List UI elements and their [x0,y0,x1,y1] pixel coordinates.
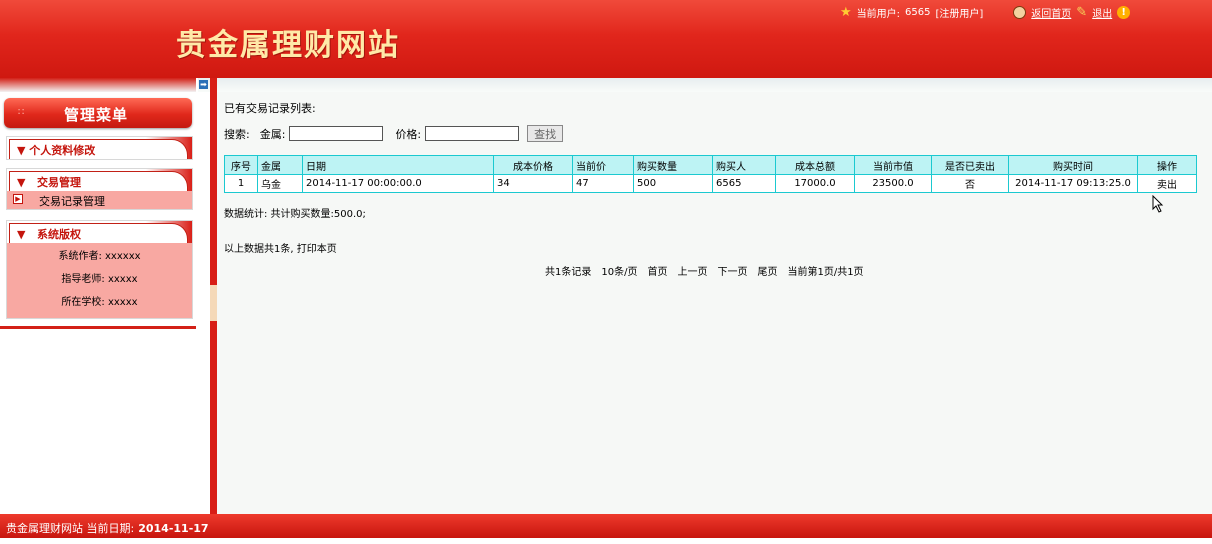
col-header: 当前价 [572,155,634,175]
col-header: 购买数量 [633,155,713,175]
logout-icon: ! [1117,5,1131,19]
cell-sold: 否 [931,174,1009,193]
section-title-copyright: 系统版权 [36,228,81,241]
sidebar-section-copyright[interactable]: ▼ 系统版权 [7,221,192,243]
col-header: 购买人 [712,155,776,175]
menu-title: 管理菜单 [64,106,129,124]
sidebar-item-label: 交易记录管理 [39,195,105,208]
price-input[interactable] [425,126,520,141]
panel-profile: ▼ 个人资料修改 [6,136,193,160]
user-bar: ★ 当前用户: 6565 [注册用户] 返回首页 ✎ 退出 ! [840,3,1131,21]
info-school: 所在学校: xxxxx [61,297,138,308]
cell-buyer: 6565 [712,174,776,193]
home-link[interactable]: 返回首页 [1031,5,1071,20]
cell-date: 2014-11-17 00:00:00.0 [302,174,494,193]
user-icon [1013,5,1027,19]
user-role: [注册用户] [935,8,984,20]
pagination: 共1条记录 10条/页 首页 上一页 下一页 尾页 当前第1页/共1页 [545,263,864,278]
metal-input[interactable] [289,126,384,141]
metal-label: 金属: [259,127,286,141]
section-title-trade: 交易管理 [36,176,81,189]
site-title: 贵金属理财网站 [176,28,400,63]
mouse-cursor-icon [1152,195,1164,213]
cell-market-value: 23500.0 [854,174,932,193]
triangle-down-icon: ▼ [17,176,37,189]
panel-copyright: ▼ 系统版权 系统作者: xxxxxx 指导老师: xxxxx 所在学校: xx… [6,220,193,319]
pager-per-page: 10条/页 [601,267,638,278]
panel-trade: ▼ 交易管理 ▶ 交易记录管理 [6,168,193,210]
cell-metal: 乌金 [257,174,303,193]
current-user-label: 当前用户: [856,8,901,20]
col-header: 当前市值 [854,155,932,175]
divider-toggle-handle[interactable] [210,285,217,321]
sell-link[interactable]: 卖出 [1137,174,1197,193]
search-bar: 搜索: 金属: 价格: 查找 [224,125,564,142]
col-header: 序号 [224,155,258,175]
search-label: 搜索: [224,127,250,141]
records-table: 序号 金属 日期 成本价格 当前价 购买数量 购买人 成本总额 当前市值 是否已… [224,155,1197,193]
play-arrow-icon: ▶ [13,194,23,204]
col-header: 成本价格 [493,155,573,175]
info-teacher: 指导老师: xxxxx [61,274,138,285]
pager-current: 当前第1页/共1页 [787,267,864,278]
col-header: 是否已卖出 [931,155,1009,175]
menu-dots-icon: ∷ [18,107,25,118]
pager-last[interactable]: 尾页 [757,263,777,278]
footer-text: 贵金属理财网站 当前日期: [6,522,135,535]
pager-prev[interactable]: 上一页 [677,263,707,278]
cell-total-cost: 17000.0 [775,174,855,193]
table-row: 1 乌金 2014-11-17 00:00:00.0 34 47 500 656… [224,174,1197,193]
collapse-icon[interactable]: ➡ [199,80,208,89]
footer-bar: 贵金属理财网站 当前日期: 2014-11-17 [0,514,1212,538]
pager-next[interactable]: 下一页 [717,263,747,278]
star-icon: ★ [840,4,852,20]
col-header: 购买时间 [1008,155,1138,175]
cell-buy-time: 2014-11-17 09:13:25.0 [1008,174,1138,193]
cell-cost-price: 34 [493,174,573,193]
section-title-profile: 个人资料修改 [29,144,96,157]
list-title: 已有交易记录列表: [224,102,316,115]
col-header: 日期 [302,155,494,175]
table-header-row: 序号 金属 日期 成本价格 当前价 购买数量 购买人 成本总额 当前市值 是否已… [224,155,1197,175]
col-header: 操作 [1137,155,1197,175]
info-author: 系统作者: xxxxxx [58,251,141,262]
search-button[interactable]: 查找 [527,125,564,142]
pager-first[interactable]: 首页 [647,263,667,278]
summary-text[interactable]: 以上数据共1条, 打印本页 [224,240,337,255]
col-header: 成本总额 [775,155,855,175]
footer-date: 2014-11-17 [138,522,209,535]
top-banner: 贵金属理财网站 ★ 当前用户: 6565 [注册用户] 返回首页 ✎ 退出 ! [0,0,1212,78]
cell-current-price: 47 [572,174,634,193]
stats-text: 数据统计: 共计购买数量:500.0; [224,209,366,220]
triangle-down-icon: ▼ [17,144,30,157]
col-header: 金属 [257,155,303,175]
pager-total: 共1条记录 [545,267,592,278]
sidebar-item-trade-records[interactable]: ▶ 交易记录管理 [7,191,192,209]
cell-quantity: 500 [633,174,713,193]
logout-link[interactable]: 退出 [1092,5,1112,20]
current-user-name: 6565 [905,6,931,18]
broom-icon: ✎ [1076,4,1088,20]
sidebar-section-trade[interactable]: ▼ 交易管理 [7,169,192,191]
price-label: 价格: [395,127,422,141]
cell-index: 1 [224,174,258,193]
triangle-down-icon: ▼ [17,228,37,241]
sidebar-section-profile[interactable]: ▼ 个人资料修改 [7,137,192,159]
menu-header: ∷ 管理菜单 [4,98,192,128]
